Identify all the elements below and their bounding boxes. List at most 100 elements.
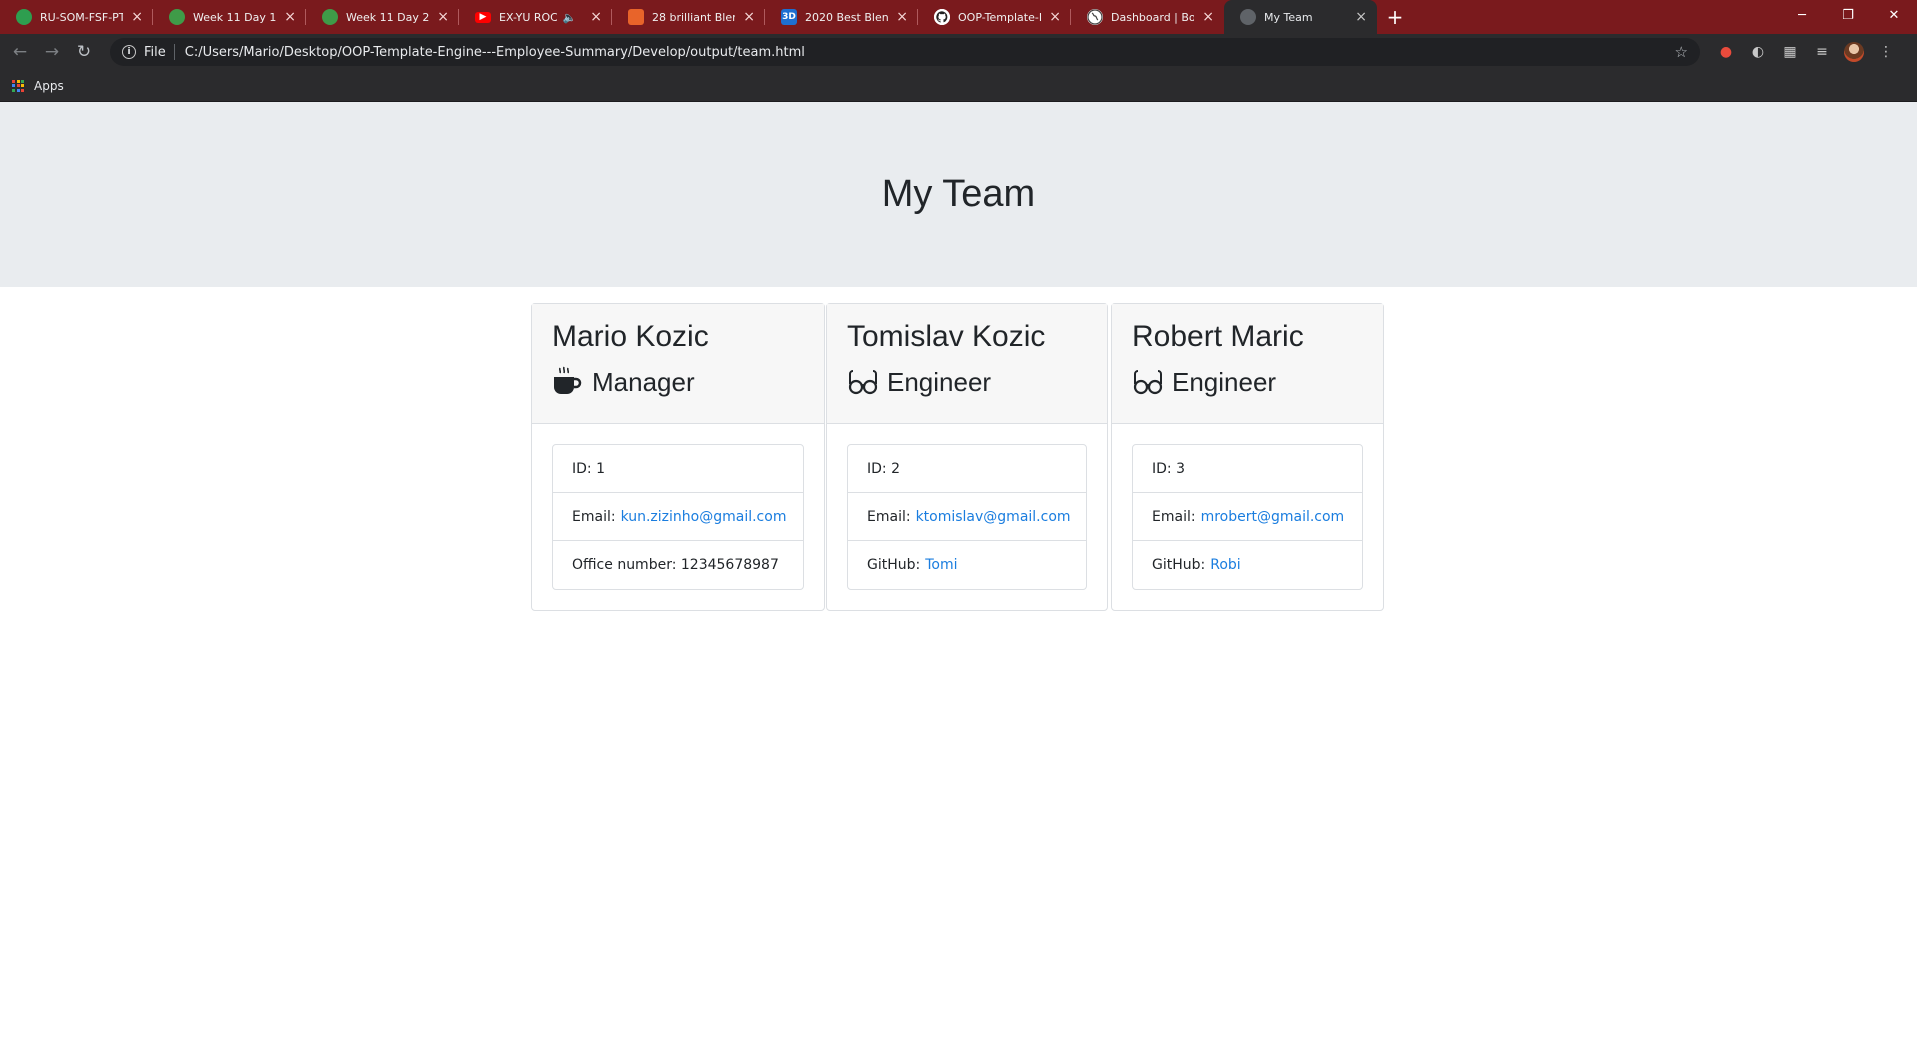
restore-icon[interactable]: ❐ xyxy=(1825,0,1871,30)
apps-grid-icon xyxy=(12,79,24,92)
apps-label: Apps xyxy=(34,78,64,93)
speaker-icon[interactable]: 🔈 xyxy=(563,11,577,24)
page-viewport: My Team Mario Kozic Manager ID: 1 Email:… xyxy=(0,102,1917,1039)
tab-week11-day1[interactable]: Week 11 Day 1 - Intro to × xyxy=(153,0,306,34)
email-link[interactable]: mrobert@gmail.com xyxy=(1201,509,1345,525)
employee-email-row: Email: kun.zizinho@gmail.com xyxy=(553,493,803,541)
page-title: My Team xyxy=(881,173,1036,215)
github-link[interactable]: Tomi xyxy=(925,557,957,573)
tab-title: EX-YU ROCK MIX 2 xyxy=(499,10,557,24)
employee-email-row: Email: mrobert@gmail.com xyxy=(1133,493,1362,541)
email-link[interactable]: kun.zizinho@gmail.com xyxy=(621,509,787,525)
email-link[interactable]: ktomislav@gmail.com xyxy=(916,509,1071,525)
employee-details-list: ID: 2 Email: ktomislav@gmail.com GitHub:… xyxy=(847,444,1087,590)
glasses-icon xyxy=(1132,366,1164,398)
url-text[interactable]: C:/Users/Mario/Desktop/OOP-Template-Engi… xyxy=(185,45,1675,60)
card-header: Tomislav Kozic Engineer xyxy=(827,304,1107,424)
close-icon[interactable]: × xyxy=(437,10,449,24)
tab-my-team[interactable]: My Team × xyxy=(1224,0,1377,34)
circle-extension-icon[interactable]: ◐ xyxy=(1742,44,1774,60)
window-controls: ─ ❐ ✕ xyxy=(1779,0,1917,30)
employee-role: Engineer xyxy=(847,364,1087,400)
kebab-menu-icon[interactable]: ⋮ xyxy=(1870,44,1902,60)
email-label: Email: xyxy=(572,508,616,525)
coffee-mug-icon xyxy=(552,366,584,398)
employee-card: Tomislav Kozic Engineer ID: 2 Email: kto… xyxy=(826,303,1108,611)
reload-icon[interactable]: ↻ xyxy=(68,36,100,68)
github-row: GitHub: Robi xyxy=(1133,541,1362,589)
tab-blender-tuts[interactable]: 28 brilliant Blender tuto × xyxy=(612,0,765,34)
github-icon xyxy=(934,9,950,25)
tab-title: Dashboard | Bootcamp xyxy=(1111,10,1195,24)
youtube-icon: ▶ xyxy=(475,11,491,23)
bookmarks-bar: Apps xyxy=(0,70,1917,102)
github-label: GitHub: xyxy=(867,557,921,573)
grid-extension-icon[interactable]: ▦ xyxy=(1774,44,1806,60)
forward-arrow-icon[interactable]: → xyxy=(36,36,68,68)
employee-name: Mario Kozic xyxy=(552,320,709,353)
avatar[interactable] xyxy=(1838,42,1870,62)
role-label: Engineer xyxy=(1172,367,1277,397)
back-arrow-icon[interactable]: ← xyxy=(4,36,36,68)
employee-id: ID: 1 xyxy=(553,445,803,493)
github-label: GitHub: xyxy=(1152,557,1206,573)
media-queue-icon[interactable]: ≡ xyxy=(1806,44,1838,60)
employee-role: Engineer xyxy=(1132,364,1363,400)
url-scheme: File xyxy=(144,44,166,60)
blogger-icon xyxy=(628,9,644,25)
screencast-extension-icon[interactable]: ● xyxy=(1710,44,1742,60)
tab-title: Week 11 Day 2 - Express xyxy=(346,10,430,24)
close-window-icon[interactable]: ✕ xyxy=(1871,0,1917,30)
close-icon[interactable]: × xyxy=(1049,10,1061,24)
close-icon[interactable]: × xyxy=(590,10,602,24)
tab-exyu-rock[interactable]: ▶ EX-YU ROCK MIX 2 🔈 × xyxy=(459,0,612,34)
employee-name: Robert Maric xyxy=(1132,320,1304,353)
minimize-icon[interactable]: ─ xyxy=(1779,0,1825,30)
3d-icon: 3D xyxy=(781,9,797,25)
github-row: GitHub: Tomi xyxy=(848,541,1086,589)
card-header: Robert Maric Engineer xyxy=(1112,304,1383,424)
bookmark-star-icon[interactable]: ☆ xyxy=(1675,43,1688,61)
email-label: Email: xyxy=(867,508,911,525)
tab-title: 28 brilliant Blender tuto xyxy=(652,10,735,24)
apps-shortcut[interactable]: Apps xyxy=(12,79,64,93)
slides-icon xyxy=(169,9,185,25)
close-icon[interactable]: × xyxy=(284,10,296,24)
close-icon[interactable]: × xyxy=(131,10,143,24)
employee-email-row: Email: ktomislav@gmail.com xyxy=(848,493,1086,541)
new-tab-button[interactable]: + xyxy=(1377,0,1413,34)
browser-toolbar: ← → ↻ i File C:/Users/Mario/Desktop/OOP-… xyxy=(0,34,1917,70)
employee-details-list: ID: 1 Email: kun.zizinho@gmail.com Offic… xyxy=(552,444,804,590)
role-label: Manager xyxy=(592,367,695,397)
tab-strip: RU-SOM-FSF-PT-11-20 × Week 11 Day 1 - In… xyxy=(0,0,1917,34)
extension-icons: ● ◐ ▦ ≡ ⋮ xyxy=(1710,42,1902,62)
tab-title: Week 11 Day 1 - Intro to xyxy=(193,10,277,24)
close-icon[interactable]: × xyxy=(1355,10,1367,24)
tab-title: RU-SOM-FSF-PT-11-20 xyxy=(40,10,124,24)
glasses-icon xyxy=(847,366,879,398)
tab-week11-day2[interactable]: Week 11 Day 2 - Express × xyxy=(306,0,459,34)
close-icon[interactable]: × xyxy=(896,10,908,24)
slides-icon xyxy=(322,9,338,25)
tab-ru-som[interactable]: RU-SOM-FSF-PT-11-20 × xyxy=(0,0,153,34)
tab-dashboard-bootcamp[interactable]: Dashboard | Bootcamp × xyxy=(1071,0,1224,34)
employee-details-list: ID: 3 Email: mrobert@gmail.com GitHub: R… xyxy=(1132,444,1363,590)
employee-role: Manager xyxy=(552,364,804,400)
employee-card: Robert Maric Engineer ID: 3 Email: mrobe… xyxy=(1111,303,1384,611)
office-number: Office number: 12345678987 xyxy=(572,557,779,573)
tab-oop-github[interactable]: OOP-Template-Engine × xyxy=(918,0,1071,34)
address-bar[interactable]: i File C:/Users/Mario/Desktop/OOP-Templa… xyxy=(110,38,1700,66)
tab-best-blender[interactable]: 3D 2020 Best Blender 2.8 Tu × xyxy=(765,0,918,34)
card-header: Mario Kozic Manager xyxy=(532,304,824,424)
sheets-icon xyxy=(16,9,32,25)
employee-id: ID: 2 xyxy=(848,445,1086,493)
employee-name: Tomislav Kozic xyxy=(847,320,1046,353)
role-label: Engineer xyxy=(887,367,992,397)
close-icon[interactable]: × xyxy=(1202,10,1214,24)
info-icon[interactable]: i xyxy=(122,45,136,59)
close-icon[interactable]: × xyxy=(743,10,755,24)
employee-card: Mario Kozic Manager ID: 1 Email: kun.ziz… xyxy=(531,303,825,611)
github-link[interactable]: Robi xyxy=(1210,557,1240,573)
tab-title: OOP-Template-Engine xyxy=(958,10,1041,24)
tab-title: 2020 Best Blender 2.8 Tu xyxy=(805,10,889,24)
